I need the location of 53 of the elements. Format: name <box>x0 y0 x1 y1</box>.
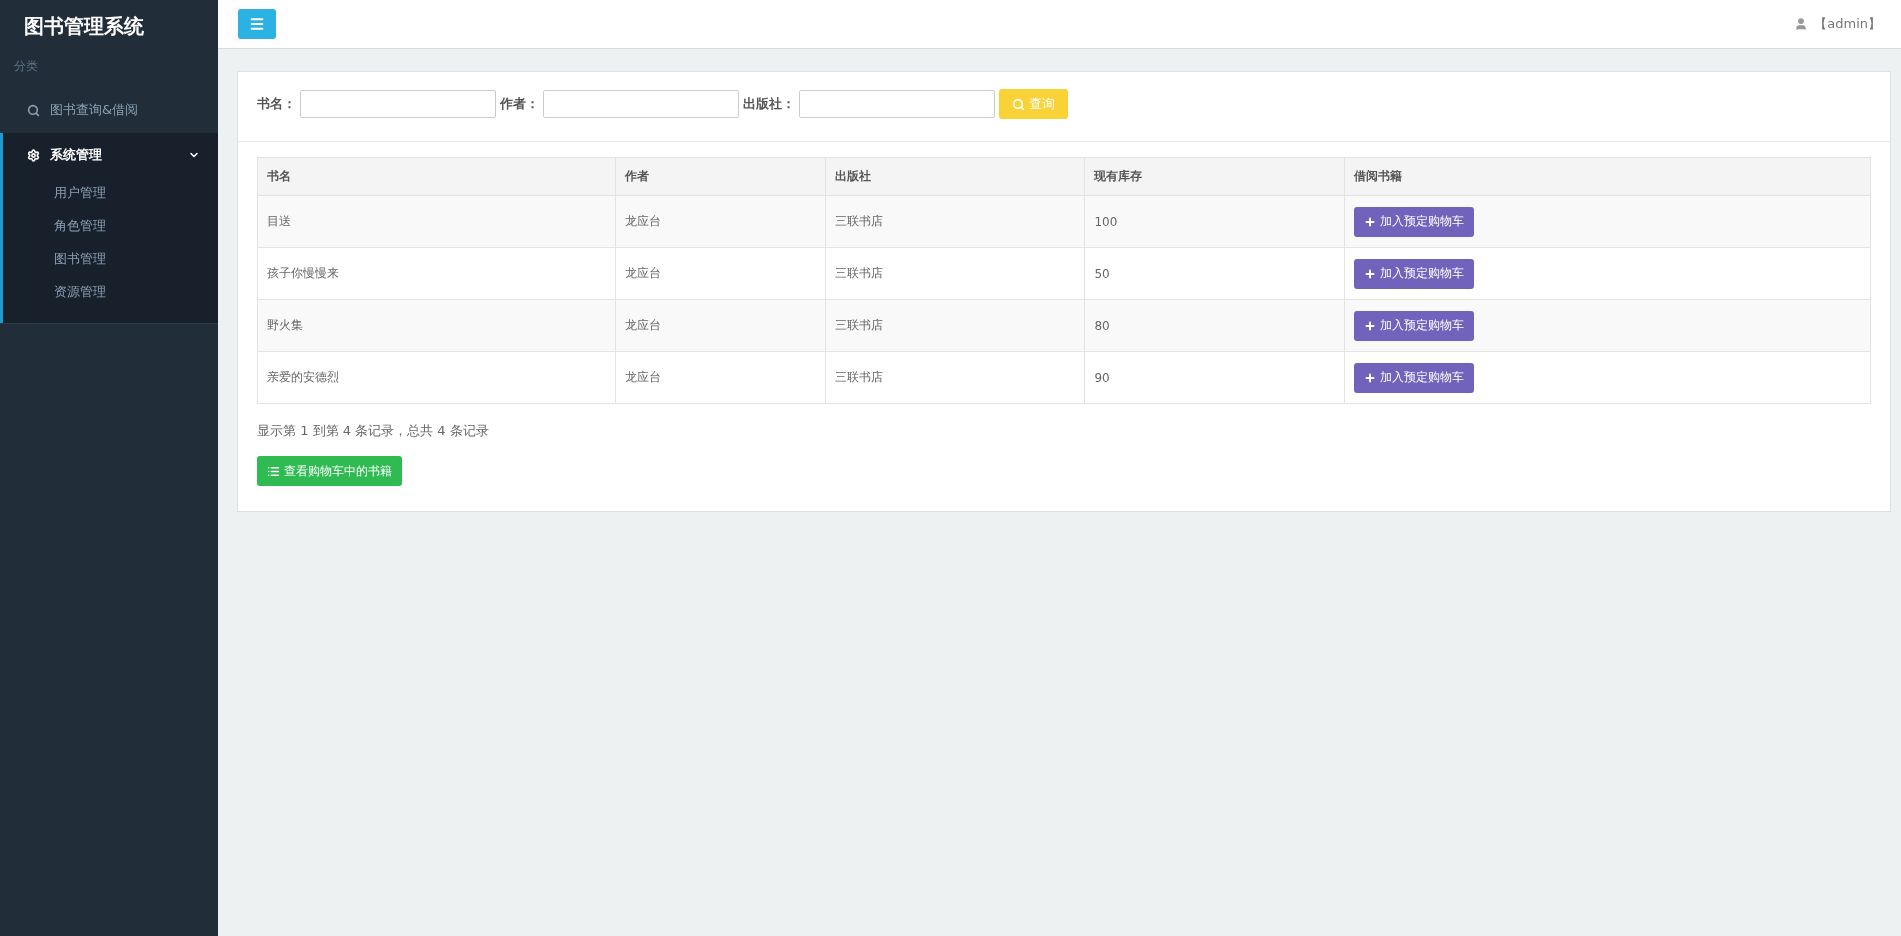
plus-icon <box>1364 371 1377 384</box>
pagination-info: 显示第 1 到第 4 条记录，总共 4 条记录 <box>257 422 490 440</box>
menu-icon <box>249 16 265 32</box>
sidebar-item[interactable]: 图书查询&借阅 <box>3 87 218 133</box>
table-cell: 孩子你慢慢来 <box>257 247 616 300</box>
submenu-item[interactable]: 用户管理 <box>3 177 218 210</box>
column-header: 作者 <box>615 157 826 196</box>
plus-icon <box>1364 319 1377 332</box>
submenu-item[interactable]: 资源管理 <box>3 276 218 309</box>
column-header: 书名 <box>257 157 616 196</box>
table-cell: 50 <box>1084 247 1345 300</box>
plus-icon <box>1364 215 1377 228</box>
search-icon <box>27 103 40 117</box>
table-cell: 100 <box>1084 195 1345 248</box>
table-cell: 三联书店 <box>825 247 1085 300</box>
table-cell: 龙应台 <box>615 247 826 300</box>
submenu-item[interactable]: 图书管理 <box>3 243 218 276</box>
table-cell: 三联书店 <box>825 195 1085 248</box>
column-header: 现有库存 <box>1084 157 1345 196</box>
search-icon <box>1012 97 1025 111</box>
sidebar-item[interactable]: 系统管理 <box>3 133 218 177</box>
submenu-item[interactable]: 角色管理 <box>3 210 218 243</box>
input-field[interactable] <box>300 90 496 118</box>
add-to-cart-button[interactable]: 加入预定购物车 <box>1354 206 1475 237</box>
table-cell: 90 <box>1084 351 1345 404</box>
table-cell: 龙应台 <box>615 351 826 404</box>
input-field[interactable] <box>799 90 995 118</box>
user-name[interactable]: 【admin】 <box>1814 15 1881 33</box>
user-icon <box>1794 17 1809 31</box>
view-cart-button[interactable]: 查看购物车中的书籍 <box>257 456 402 486</box>
table-cell: 三联书店 <box>825 351 1085 404</box>
table-cell: 80 <box>1084 299 1345 352</box>
table-cell: 龙应台 <box>615 299 826 352</box>
plus-icon <box>1364 267 1377 280</box>
table-cell: 野火集 <box>257 299 616 352</box>
app-title: 图书管理系统 <box>23 13 145 40</box>
add-to-cart-button[interactable]: 加入预定购物车 <box>1354 258 1475 289</box>
field-label: 作者： <box>500 95 539 113</box>
table-cell: 龙应台 <box>615 195 826 248</box>
add-to-cart-button[interactable]: 加入预定购物车 <box>1354 362 1475 393</box>
table-cell: 三联书店 <box>825 299 1085 352</box>
section-label: 分类 <box>13 58 39 75</box>
column-header: 借阅书籍 <box>1344 157 1871 196</box>
column-header: 出版社 <box>825 157 1085 196</box>
gear-icon <box>27 148 40 162</box>
table-cell: 目送 <box>257 195 616 248</box>
menu-button[interactable] <box>238 9 276 39</box>
table-cell: 亲爱的安德烈 <box>257 351 616 404</box>
field-label: 出版社： <box>743 95 795 113</box>
input-field[interactable] <box>543 90 739 118</box>
field-label: 书名： <box>257 95 296 113</box>
list-icon <box>267 464 280 478</box>
add-to-cart-button[interactable]: 加入预定购物车 <box>1354 310 1475 341</box>
